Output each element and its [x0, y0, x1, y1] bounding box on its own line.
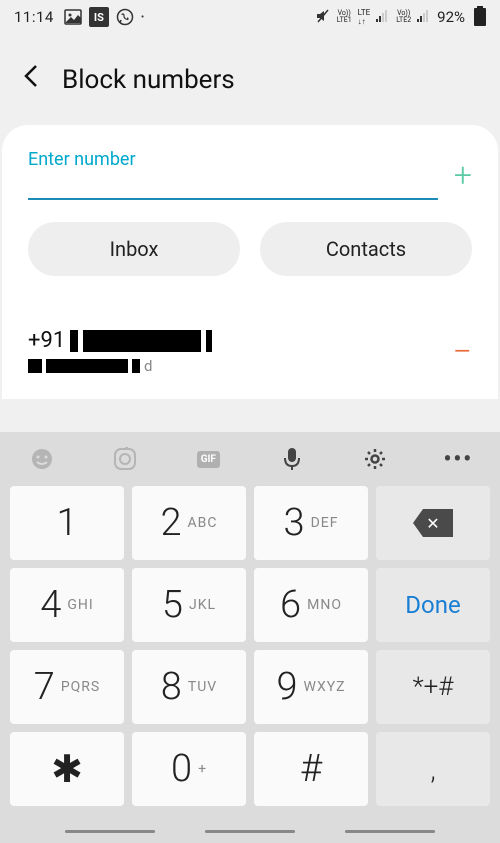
sticker-icon[interactable] [110, 444, 140, 474]
gif-icon[interactable]: GIF [193, 444, 223, 474]
nav-bar [0, 818, 500, 843]
redacted-segment [28, 359, 42, 373]
battery-icon [474, 8, 486, 26]
blocked-name: d [28, 357, 453, 375]
lte1-indicator: Vo))LTE1 [337, 10, 352, 24]
symbols-key[interactable]: *+# [376, 650, 490, 724]
key-9[interactable]: 9WXYZ [254, 650, 368, 724]
page-title: Block numbers [62, 65, 235, 95]
nav-recents[interactable] [65, 830, 155, 833]
add-icon[interactable]: + [454, 156, 472, 200]
picture-icon [64, 8, 82, 26]
input-placeholder: Enter number [28, 149, 438, 200]
inbox-button[interactable]: Inbox [28, 222, 240, 276]
whatsapp-icon [116, 8, 134, 26]
mute-icon [315, 8, 331, 27]
status-icons-left: IS • [64, 7, 144, 27]
blocked-info: +91 d [28, 328, 453, 375]
status-icons-right: Vo))LTE1 LTE↓↑ Vo))LTE2 92% [315, 8, 486, 27]
content-card: Enter number + Inbox Contacts +91 d [2, 125, 498, 399]
redacted-segment [46, 359, 128, 373]
nav-back[interactable] [345, 830, 435, 833]
backspace-icon: ✕ [413, 509, 453, 537]
back-icon[interactable] [22, 62, 40, 97]
signal1-icon [376, 10, 390, 25]
key-7[interactable]: 7PQRS [10, 650, 124, 724]
gear-icon[interactable] [360, 444, 390, 474]
pill-row: Inbox Contacts [28, 222, 472, 276]
dot-icon: • [141, 12, 144, 23]
more-icon[interactable]: ••• [443, 444, 473, 474]
blocked-item: +91 d − [28, 328, 472, 375]
redacted-segment [70, 330, 78, 352]
key-hash[interactable]: # [254, 732, 368, 806]
done-key[interactable]: Done [376, 568, 490, 642]
key-2[interactable]: 2ABC [132, 486, 246, 560]
redacted-segment [206, 330, 212, 352]
status-bar: 11:14 IS • Vo))LTE1 LTE↓↑ Vo))LTE2 92% [0, 0, 500, 34]
lte-down-icon: LTE↓↑ [358, 8, 371, 26]
key-star[interactable]: ✱ [10, 732, 124, 806]
key-8[interactable]: 8TUV [132, 650, 246, 724]
signal2-icon [417, 10, 431, 25]
number-input[interactable]: Enter number [28, 149, 438, 200]
redacted-segment [132, 359, 140, 373]
mic-icon[interactable] [277, 444, 307, 474]
blocked-number: +91 [28, 328, 453, 353]
status-time: 11:14 [14, 8, 54, 26]
lte2-indicator: Vo))LTE2 [396, 10, 411, 24]
key-3[interactable]: 3DEF [254, 486, 368, 560]
header: Block numbers [0, 34, 500, 125]
key-5[interactable]: 5JKL [132, 568, 246, 642]
key-6[interactable]: 6MNO [254, 568, 368, 642]
comma-key[interactable]: , [376, 732, 490, 806]
nav-home[interactable] [205, 830, 295, 833]
input-row: Enter number + [28, 149, 472, 200]
is-badge-icon: IS [89, 7, 109, 27]
key-1[interactable]: 1 [10, 486, 124, 560]
contacts-button[interactable]: Contacts [260, 222, 472, 276]
remove-icon[interactable]: − [453, 332, 472, 372]
key-0[interactable]: 0+ [132, 732, 246, 806]
keypad: 1 2ABC 3DEF ✕ 4GHI 5JKL 6MNO Done 7PQRS … [0, 486, 500, 818]
emoji-icon[interactable] [27, 444, 57, 474]
backspace-key[interactable]: ✕ [376, 486, 490, 560]
blocked-list: +91 d − [28, 328, 472, 375]
keyboard: GIF ••• 1 2ABC 3DEF ✕ 4GHI 5JKL 6MNO Don… [0, 432, 500, 843]
keyboard-toolbar: GIF ••• [0, 432, 500, 486]
key-4[interactable]: 4GHI [10, 568, 124, 642]
battery-percent: 92% [437, 8, 465, 26]
redacted-segment [83, 330, 201, 352]
